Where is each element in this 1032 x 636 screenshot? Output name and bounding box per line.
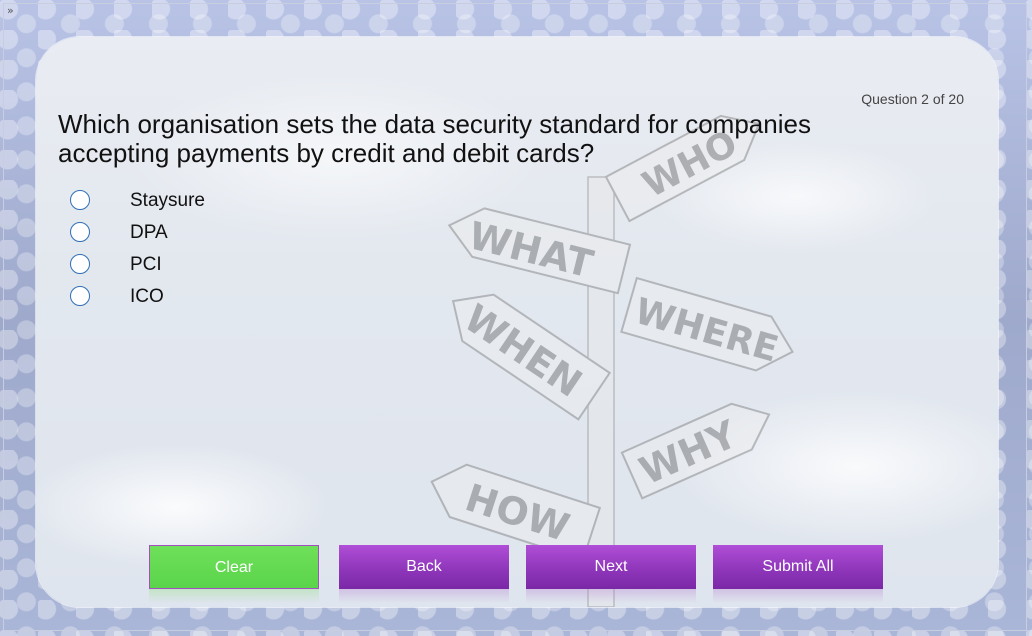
button-reflection xyxy=(339,589,509,603)
answer-option-dpa[interactable]: DPA xyxy=(70,222,330,254)
option-label: DPA xyxy=(130,222,168,243)
answer-options: Staysure DPA PCI ICO xyxy=(70,190,330,318)
expand-icon[interactable]: » xyxy=(7,4,14,17)
next-button[interactable]: Next xyxy=(526,545,696,589)
radio-button[interactable] xyxy=(70,222,90,242)
option-label: ICO xyxy=(130,286,164,307)
question-counter: Question 2 of 20 xyxy=(861,91,964,107)
button-reflection xyxy=(526,589,696,603)
radio-button[interactable] xyxy=(70,286,90,306)
back-button[interactable]: Back xyxy=(339,545,509,589)
clear-button[interactable]: Clear xyxy=(149,545,319,589)
radio-button[interactable] xyxy=(70,190,90,210)
answer-option-pci[interactable]: PCI xyxy=(70,254,330,286)
answer-option-ico[interactable]: ICO xyxy=(70,286,330,318)
button-reflection xyxy=(149,589,319,603)
quiz-card: WHO WHAT WHERE WHEN WHY HOW Question 2 o… xyxy=(36,37,998,607)
question-text: Which organisation sets the data securit… xyxy=(58,109,811,168)
radio-button[interactable] xyxy=(70,254,90,274)
button-reflection xyxy=(713,589,883,603)
submit-all-button[interactable]: Submit All xyxy=(713,545,883,589)
answer-option-staysure[interactable]: Staysure xyxy=(70,190,330,222)
option-label: PCI xyxy=(130,254,162,275)
option-label: Staysure xyxy=(130,190,205,211)
